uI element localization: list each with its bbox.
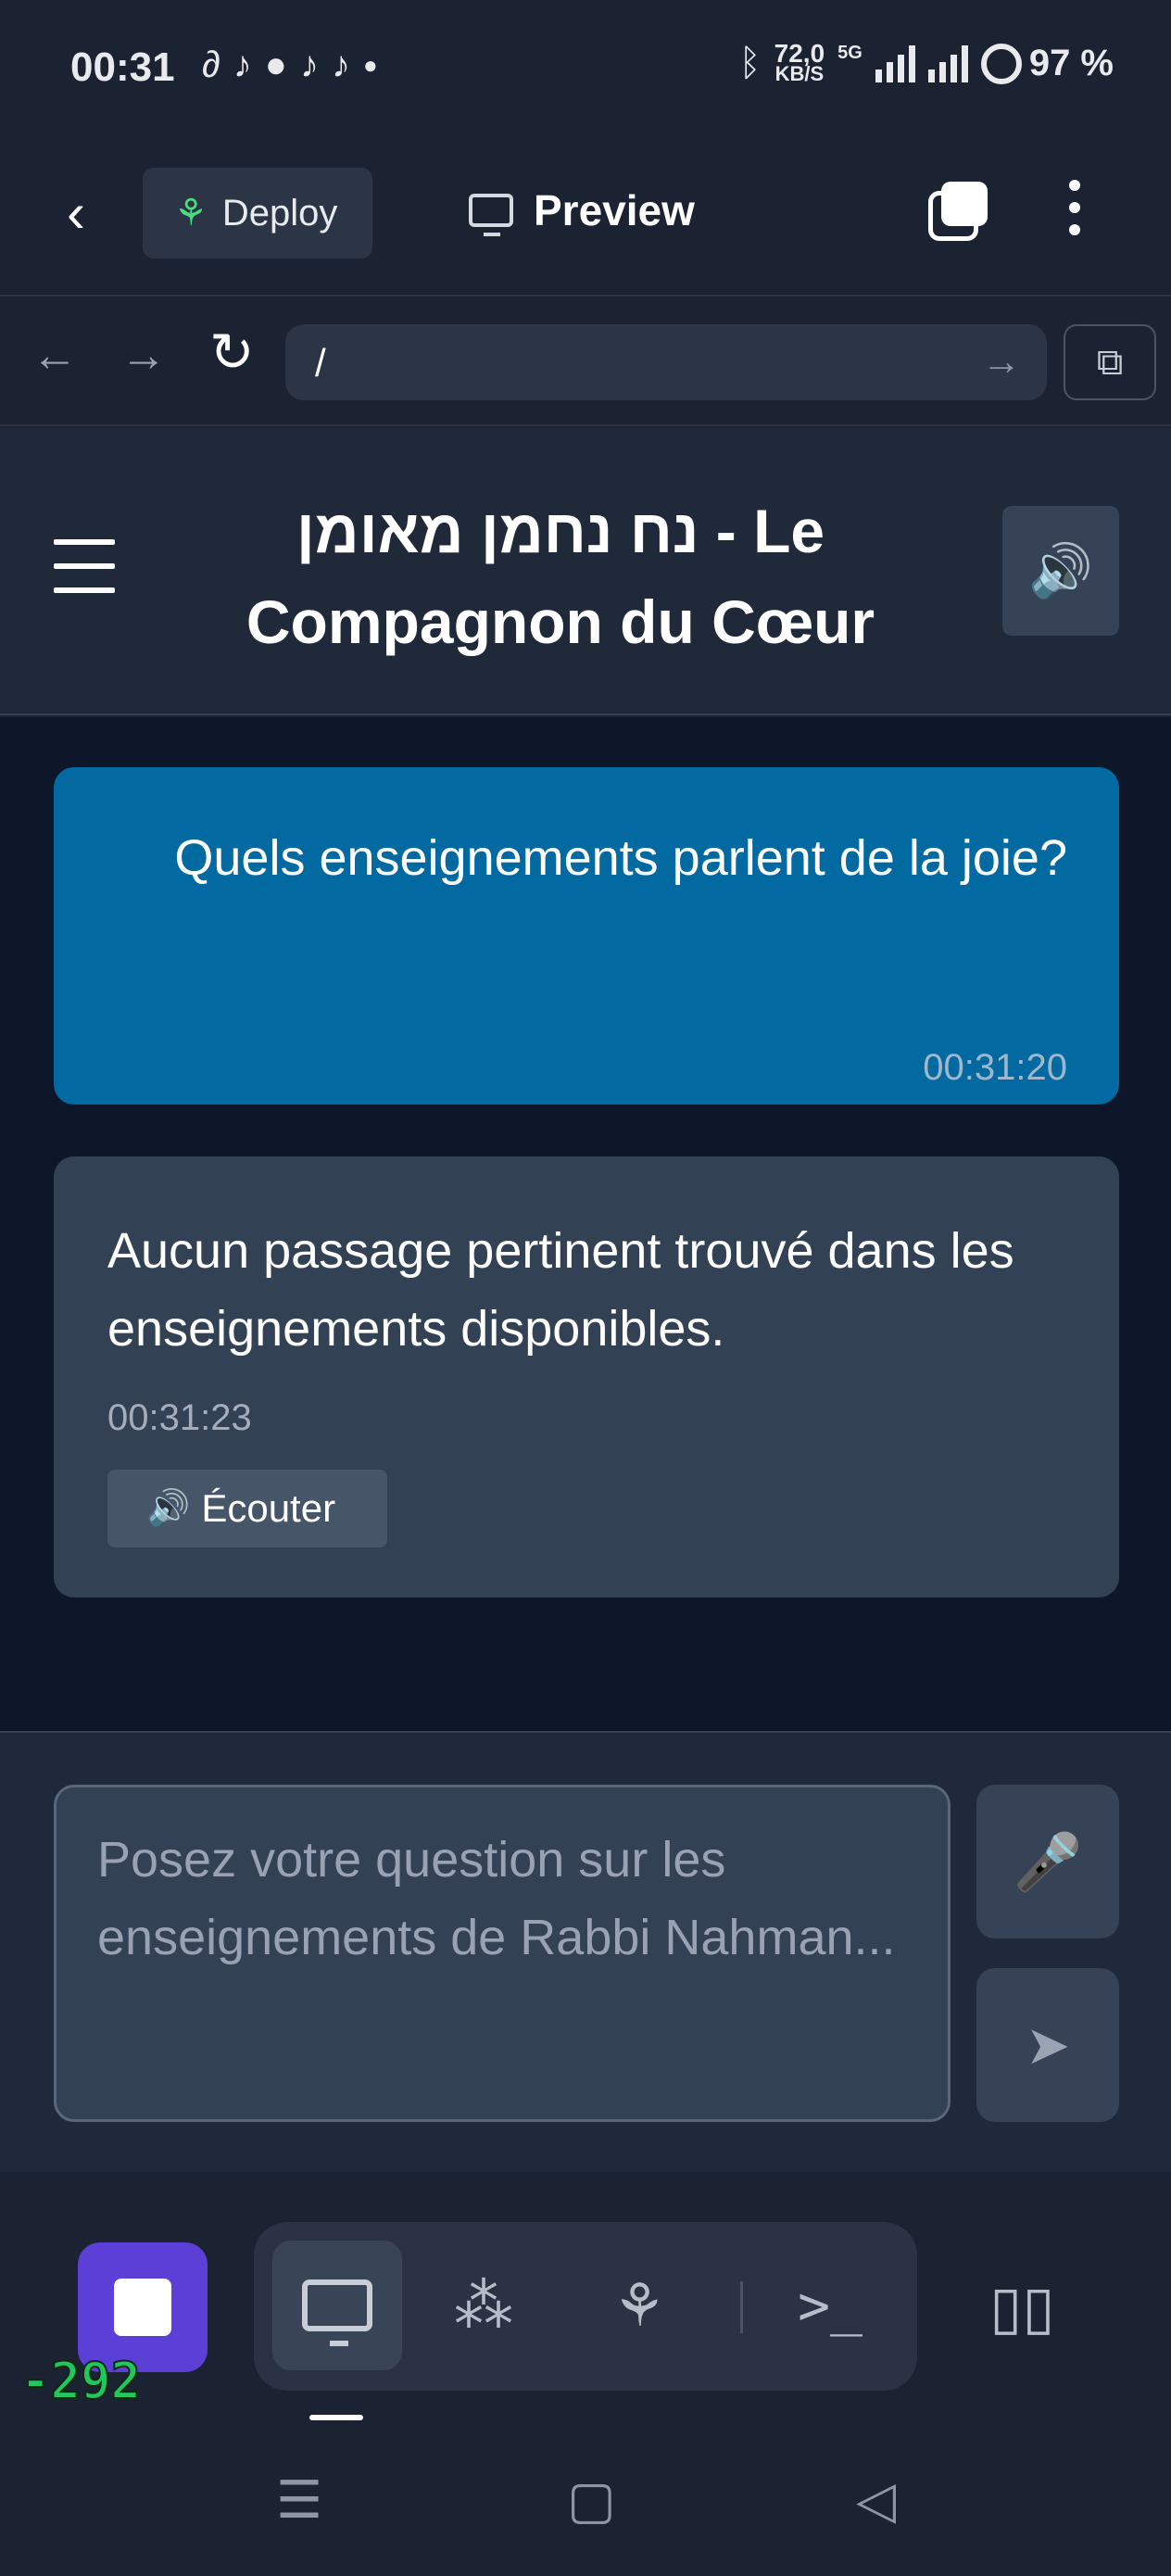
speaker-icon: 🔊 bbox=[1028, 541, 1093, 600]
reload-icon[interactable]: ↻ bbox=[209, 326, 255, 380]
deploy-label: Deploy bbox=[221, 192, 338, 234]
system-back-icon[interactable]: ◁ bbox=[856, 2474, 896, 2526]
device-layout-icon[interactable]: ▯▯ bbox=[989, 2278, 1054, 2337]
listen-button[interactable]: 🔊 Écouter bbox=[107, 1470, 387, 1547]
listen-label: Écouter bbox=[201, 1486, 336, 1530]
assistant-message: Aucun passage pertinent trouvé dans les … bbox=[54, 1156, 1119, 1597]
tabs-icon[interactable] bbox=[928, 182, 988, 241]
message-text: Quels enseignements parlent de la joie? bbox=[174, 830, 1067, 886]
url-input[interactable]: / → bbox=[285, 324, 1047, 400]
monitor-icon bbox=[469, 194, 513, 236]
tiktok-icon: ♪ bbox=[299, 44, 319, 85]
app-top-bar: ‹ ⚘ Deploy Preview bbox=[0, 139, 1171, 297]
signal-icon bbox=[875, 44, 915, 82]
stop-icon bbox=[114, 2279, 171, 2336]
external-link-icon: ⧉ bbox=[1096, 341, 1124, 383]
more-options-icon[interactable] bbox=[1065, 180, 1084, 235]
nav-back-icon[interactable]: ← bbox=[31, 332, 78, 378]
workspace-tool-button[interactable]: ⁂ bbox=[419, 2241, 548, 2370]
hamburger-menu-icon[interactable] bbox=[54, 539, 115, 593]
divider bbox=[740, 2281, 743, 2333]
send-icon: ➤ bbox=[1025, 2015, 1071, 2076]
message-timestamp: 00:31:20 bbox=[923, 1047, 1067, 1088]
send-button[interactable]: ➤ bbox=[976, 1968, 1119, 2122]
more-notifications-icon: ● bbox=[362, 51, 378, 79]
nav-forward-icon[interactable]: → bbox=[120, 332, 167, 378]
console-tool-button[interactable]: >_ bbox=[765, 2241, 895, 2370]
url-text: / bbox=[315, 341, 326, 385]
preview-tool-button[interactable] bbox=[272, 2241, 402, 2370]
message-timestamp: 00:31:23 bbox=[107, 1397, 252, 1438]
question-input[interactable] bbox=[54, 1785, 951, 2122]
chat-area: Quels enseignements parlent de la joie? … bbox=[0, 717, 1171, 1731]
location-icon: ● bbox=[264, 44, 287, 85]
tiktok-icon: ♪ bbox=[331, 44, 350, 85]
network-type: 5G bbox=[837, 43, 863, 63]
user-message: Quels enseignements parlent de la joie? … bbox=[54, 767, 1119, 1105]
deploy-icon: ⚘ bbox=[174, 193, 208, 234]
deploy-button[interactable]: ⚘ Deploy bbox=[143, 168, 372, 259]
home-icon[interactable]: ▢ bbox=[567, 2474, 616, 2526]
url-bar: ← → ↻ / → ⧉ bbox=[0, 298, 1171, 426]
audio-toggle-button[interactable]: 🔊 bbox=[1002, 506, 1119, 636]
active-tab-indicator bbox=[309, 2415, 363, 2420]
terminal-icon: >_ bbox=[798, 2274, 863, 2337]
deploy-tool-button[interactable]: ⚘ bbox=[574, 2241, 704, 2370]
monitor-icon bbox=[302, 2279, 372, 2346]
back-icon[interactable]: ‹ bbox=[67, 185, 85, 241]
status-right: ᛒ 72,0 KB/S 5G 97 % bbox=[738, 38, 1114, 85]
deploy-icon: ⚘ bbox=[612, 2271, 666, 2339]
battery-icon bbox=[980, 43, 1022, 84]
tiktok-icon: ♪ bbox=[233, 44, 252, 85]
recent-apps-icon[interactable]: ☰ bbox=[276, 2474, 322, 2526]
input-area: 🎤 ➤ bbox=[0, 1731, 1171, 2172]
net-speed: 72,0 KB/S bbox=[774, 38, 825, 85]
status-bar: 00:31 ∂ ♪ ● ♪ ♪ ● ᛒ 72,0 KB/S 5G 97 % bbox=[0, 0, 1171, 139]
preview-tab[interactable]: Preview bbox=[469, 185, 695, 236]
open-external-button[interactable]: ⧉ bbox=[1064, 324, 1156, 400]
link-icon: ∂ bbox=[202, 44, 220, 85]
bluetooth-icon: ᛒ bbox=[738, 43, 762, 83]
counter-readout: -292 bbox=[19, 2351, 142, 2411]
tool-dock: ⁂ ⚘ >_ bbox=[254, 2222, 917, 2391]
grid-blobs-icon: ⁂ bbox=[454, 2271, 513, 2339]
go-arrow-icon[interactable]: → bbox=[982, 339, 1021, 384]
speaker-icon: 🔊 bbox=[146, 1489, 191, 1528]
microphone-icon: 🎤 bbox=[1013, 1830, 1083, 1893]
notification-icons: ∂ ♪ ● ♪ ♪ ● bbox=[202, 46, 378, 83]
system-navigation-bar: ☰ ▢ ◁ bbox=[0, 2446, 1171, 2576]
message-text: Aucun passage pertinent trouvé dans les … bbox=[107, 1223, 1014, 1357]
preview-label: Preview bbox=[534, 186, 695, 234]
page-header: נח נחמן מאומן - Le Compagnon du Cœur 🔊 bbox=[0, 428, 1171, 715]
battery-indicator: 97 % bbox=[980, 43, 1114, 84]
status-time: 00:31 bbox=[70, 44, 175, 90]
microphone-button[interactable]: 🎤 bbox=[976, 1785, 1119, 1938]
signal-icon bbox=[927, 44, 968, 82]
page-title: נח נחמן מאומן - Le Compagnon du Cœur bbox=[246, 497, 875, 656]
bottom-toolbar: -292 ⁂ ⚘ >_ ▯▯ bbox=[0, 2172, 1171, 2446]
